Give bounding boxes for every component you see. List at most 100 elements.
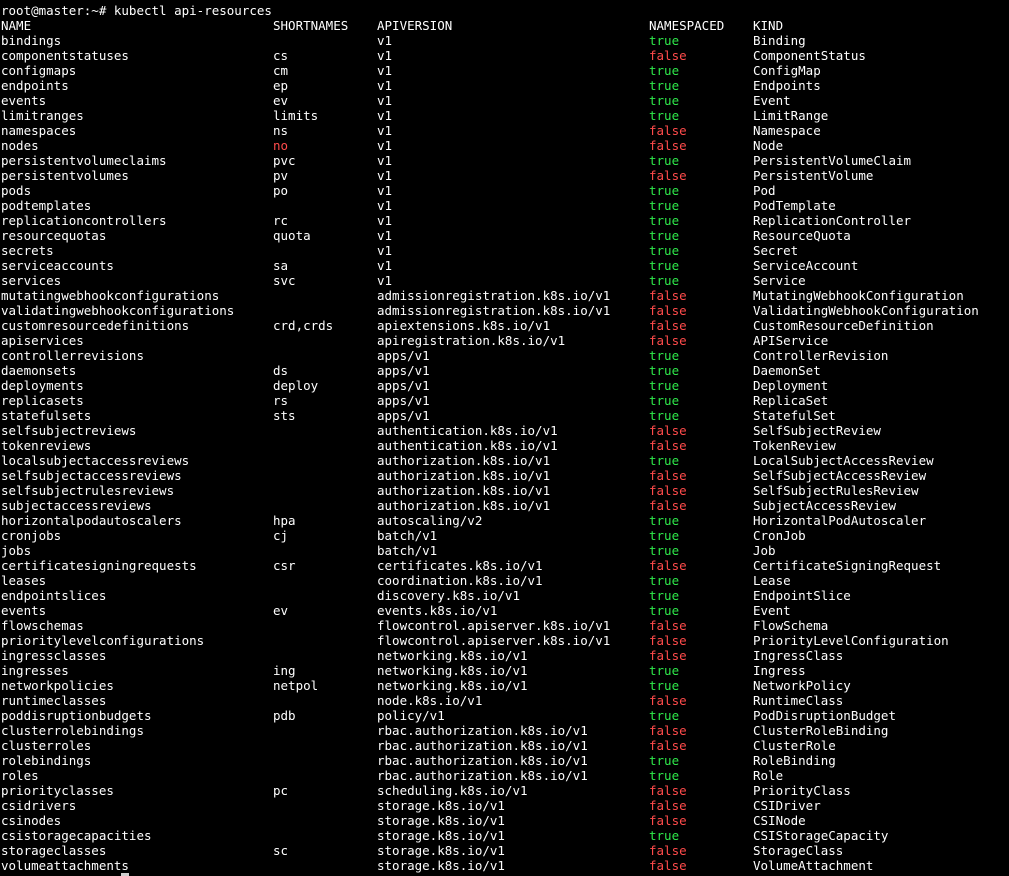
cell-kind: Deployment xyxy=(753,378,829,393)
cell-apiversion: certificates.k8s.io/v1 xyxy=(377,558,543,573)
cell-kind: ReplicationController xyxy=(753,213,912,228)
cell-namespaced: false xyxy=(649,798,687,813)
table-row: selfsubjectreviews authentication.k8s.io/… xyxy=(0,423,1009,438)
cell-namespaced: false xyxy=(649,843,687,858)
table-row: mutatingwebhookconfigurations admissionre… xyxy=(0,288,1009,303)
cell-shortnames: pvc xyxy=(273,153,296,168)
cell-apiversion: apps/v1 xyxy=(377,378,430,393)
cell-namespaced: true xyxy=(649,408,680,423)
cell-apiversion: node.k8s.io/v1 xyxy=(377,693,483,708)
header-shortnames: SHORTNAMES xyxy=(273,18,349,33)
cell-shortnames: csr xyxy=(273,558,296,573)
cell-apiversion: rbac.authorization.k8s.io/v1 xyxy=(377,753,588,768)
cell-kind: CSIStorageCapacity xyxy=(753,828,889,843)
cell-name: clusterroles xyxy=(1,738,92,753)
cell-apiversion: v1 xyxy=(377,258,393,273)
cell-apiversion: storage.k8s.io/v1 xyxy=(377,813,505,828)
cell-kind: RoleBinding xyxy=(753,753,836,768)
cell-apiversion: apiregistration.k8s.io/v1 xyxy=(377,333,566,348)
cell-namespaced: false xyxy=(649,48,687,63)
table-row: subjectaccessreviews authorization.k8s.io… xyxy=(0,498,1009,513)
cell-apiversion: batch/v1 xyxy=(377,543,438,558)
cell-namespaced: false xyxy=(649,498,687,513)
cell-namespaced: true xyxy=(649,363,680,378)
table-row: tokenreviews authentication.k8s.io/v1 fals… xyxy=(0,438,1009,453)
cell-shortnames: deploy xyxy=(273,378,319,393)
cell-kind: MutatingWebhookConfiguration xyxy=(753,288,964,303)
cell-name: controllerrevisions xyxy=(1,348,144,363)
cell-name: runtimeclasses xyxy=(1,693,107,708)
cell-kind: LocalSubjectAccessReview xyxy=(753,453,934,468)
cell-shortnames: ep xyxy=(273,78,289,93)
table-row: serviceaccounts sa v1 true ServiceAccount xyxy=(0,258,1009,273)
cell-namespaced: false xyxy=(649,858,687,873)
table-row: replicasets rs apps/v1 true ReplicaSet xyxy=(0,393,1009,408)
cell-namespaced: true xyxy=(649,33,680,48)
table-row: roles rbac.authorization.k8s.io/v1 true Rol… xyxy=(0,768,1009,783)
cell-kind: FlowSchema xyxy=(753,618,829,633)
cell-name: endpoints xyxy=(1,78,69,93)
table-row: deployments deploy apps/v1 true Deployment xyxy=(0,378,1009,393)
cell-name: serviceaccounts xyxy=(1,258,114,273)
cell-apiversion: rbac.authorization.k8s.io/v1 xyxy=(377,768,588,783)
cell-namespaced: true xyxy=(649,63,680,78)
cell-name: roles xyxy=(1,768,39,783)
cell-apiversion: v1 xyxy=(377,168,393,183)
cell-name: horizontalpodautoscalers xyxy=(1,513,182,528)
cell-name: selfsubjectreviews xyxy=(1,423,137,438)
cell-namespaced: true xyxy=(649,153,680,168)
cell-name: limitranges xyxy=(1,108,84,123)
table-row: csidrivers storage.k8s.io/v1 false CSIDrive… xyxy=(0,798,1009,813)
cell-namespaced: true xyxy=(649,828,680,843)
cell-namespaced: true xyxy=(649,93,680,108)
cell-name: persistentvolumes xyxy=(1,168,129,183)
cell-namespaced: false xyxy=(649,633,687,648)
cell-name: endpointslices xyxy=(1,588,107,603)
cell-namespaced: true xyxy=(649,663,680,678)
cell-kind: TokenReview xyxy=(753,438,836,453)
cell-apiversion: storage.k8s.io/v1 xyxy=(377,858,505,873)
resource-table-body: bindings v1 true Binding componentstatuses cs… xyxy=(0,33,1009,873)
cell-apiversion: authentication.k8s.io/v1 xyxy=(377,423,558,438)
cell-kind: Ingress xyxy=(753,663,806,678)
cell-namespaced: false xyxy=(649,783,687,798)
cell-name: csistoragecapacities xyxy=(1,828,152,843)
cell-apiversion: storage.k8s.io/v1 xyxy=(377,843,505,858)
table-row: limitranges limits v1 true LimitRange xyxy=(0,108,1009,123)
cell-namespaced: true xyxy=(649,348,680,363)
cell-apiversion: coordination.k8s.io/v1 xyxy=(377,573,543,588)
cell-name: subjectaccessreviews xyxy=(1,498,152,513)
cell-apiversion: v1 xyxy=(377,78,393,93)
cell-apiversion: rbac.authorization.k8s.io/v1 xyxy=(377,723,588,738)
cell-name: statefulsets xyxy=(1,408,92,423)
cell-name: flowschemas xyxy=(1,618,84,633)
cell-kind: PersistentVolume xyxy=(753,168,874,183)
cell-namespaced: false xyxy=(649,483,687,498)
terminal-window[interactable]: root@master:~# kubectl api-resources NAM… xyxy=(0,0,1009,876)
cell-kind: PodTemplate xyxy=(753,198,836,213)
table-row: leases coordination.k8s.io/v1 true Lease xyxy=(0,573,1009,588)
cell-apiversion: v1 xyxy=(377,273,393,288)
cell-kind: CustomResourceDefinition xyxy=(753,318,934,333)
cell-kind: ReplicaSet xyxy=(753,393,829,408)
cell-namespaced: false xyxy=(649,468,687,483)
cell-apiversion: flowcontrol.apiserver.k8s.io/v1 xyxy=(377,633,611,648)
command-prompt-line: root@master:~# kubectl api-resources xyxy=(1,3,272,18)
cell-namespaced: false xyxy=(649,738,687,753)
table-row: horizontalpodautoscalers hpa autoscaling/v… xyxy=(0,513,1009,528)
header-namespaced: NAMESPACED xyxy=(649,18,725,33)
cell-kind: APIService xyxy=(753,333,829,348)
cell-apiversion: authorization.k8s.io/v1 xyxy=(377,483,551,498)
cell-kind: Job xyxy=(753,543,776,558)
cell-kind: PersistentVolumeClaim xyxy=(753,153,912,168)
cell-shortnames: po xyxy=(273,183,289,198)
cell-apiversion: v1 xyxy=(377,48,393,63)
cell-apiversion: batch/v1 xyxy=(377,528,438,543)
cell-apiversion: networking.k8s.io/v1 xyxy=(377,678,528,693)
table-row: controllerrevisions apps/v1 true Controller… xyxy=(0,348,1009,363)
cell-name: customresourcedefinitions xyxy=(1,318,190,333)
cell-namespaced: true xyxy=(649,453,680,468)
cell-shortnames: pc xyxy=(273,783,289,798)
cell-apiversion: flowcontrol.apiserver.k8s.io/v1 xyxy=(377,618,611,633)
cell-kind: StatefulSet xyxy=(753,408,836,423)
